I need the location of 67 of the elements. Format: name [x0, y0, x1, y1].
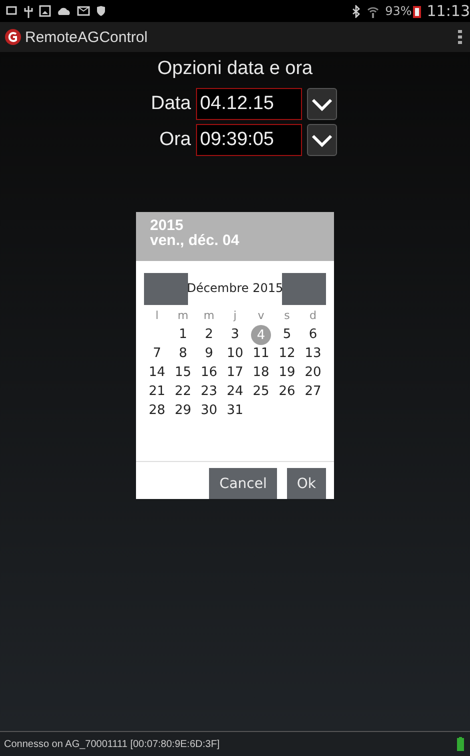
input-field[interactable]: 04.12.15: [196, 88, 302, 120]
weekday-label: s: [283, 308, 291, 324]
dropdown-button[interactable]: [307, 88, 337, 120]
calendar-day[interactable]: 29: [170, 401, 196, 420]
screen-cast-icon: [6, 6, 18, 16]
calendar-day[interactable]: 15: [170, 363, 196, 382]
calendar-day[interactable]: 5: [274, 325, 300, 344]
ok-button[interactable]: Ok: [286, 468, 326, 499]
bluetooth-icon: [352, 4, 362, 18]
app-logo-icon: [5, 29, 21, 45]
calendar-day[interactable]: 14: [144, 363, 170, 382]
chevron-down-icon: [310, 96, 334, 112]
battery-icon: [412, 4, 421, 18]
cancel-button[interactable]: Cancel: [209, 468, 277, 499]
calendar-day[interactable]: 18: [248, 363, 274, 382]
connection-status: Connesso on AG_70001111 [00:07:80:9E:6D:3F]: [4, 738, 221, 750]
calendar-day[interactable]: 3: [222, 325, 248, 344]
calendar-day[interactable]: 8: [170, 344, 196, 363]
calendar-day[interactable]: 13: [300, 344, 326, 363]
selected-year: 2015: [150, 218, 184, 233]
battery-percentage: 93%: [385, 4, 412, 18]
chevron-down-icon: [310, 132, 334, 148]
calendar-day[interactable]: 10: [222, 344, 248, 363]
mail-icon: [77, 6, 90, 16]
calendar-day[interactable]: 17: [222, 363, 248, 382]
calendar-day[interactable]: 30: [196, 401, 222, 420]
cloud-icon: [57, 6, 71, 16]
overflow-menu-icon[interactable]: [458, 29, 462, 45]
calendar-day[interactable]: 26: [274, 382, 300, 401]
calendar-day[interactable]: 24: [222, 382, 248, 401]
calendar-day[interactable]: 27: [300, 382, 326, 401]
calendar-day[interactable]: 1: [170, 325, 196, 344]
weekday-label: m: [176, 308, 190, 324]
calendar-day[interactable]: 12: [274, 344, 300, 363]
calendar-day[interactable]: 9: [196, 344, 222, 363]
clock-time: 11:13: [426, 2, 470, 20]
calendar-day[interactable]: 7: [144, 344, 170, 363]
calendar-day[interactable]: 6: [300, 325, 326, 344]
calendar-day[interactable]: 28: [144, 401, 170, 420]
calendar-day[interactable]: 31: [222, 401, 248, 420]
calendar-day[interactable]: 2: [196, 325, 222, 344]
usb-icon: [24, 4, 33, 18]
weekday-label: v: [256, 308, 266, 324]
battery-icon: [457, 737, 464, 751]
calendar-day[interactable]: 22: [170, 382, 196, 401]
month-title: Décembre 2015: [186, 281, 284, 295]
weekday-label: d: [308, 308, 318, 324]
calendar-day[interactable]: 21: [144, 382, 170, 401]
app-title: RemoteAGControl: [25, 28, 148, 46]
calendar-day[interactable]: 19: [274, 363, 300, 382]
wifi-icon: [367, 4, 380, 18]
shield-icon: [96, 5, 106, 17]
calendar-day[interactable]: 16: [196, 363, 222, 382]
calendar-day[interactable]: 20: [300, 363, 326, 382]
field-label: Ora: [158, 129, 191, 151]
calendar-day[interactable]: 25: [248, 382, 274, 401]
weekday-label: j: [232, 308, 238, 324]
dropdown-button[interactable]: [307, 124, 337, 156]
input-field[interactable]: 09:39:05: [196, 124, 302, 156]
calendar-day[interactable]: 11: [248, 344, 274, 363]
selected-date: ven., déc. 04: [150, 233, 240, 248]
calendar-day[interactable]: 23: [196, 382, 222, 401]
weekday-label: l: [154, 308, 160, 324]
weekday-label: m: [202, 308, 216, 324]
section-heading: Opzioni data e ora: [157, 57, 313, 81]
image-icon: [39, 5, 51, 17]
field-label: Data: [150, 93, 191, 115]
